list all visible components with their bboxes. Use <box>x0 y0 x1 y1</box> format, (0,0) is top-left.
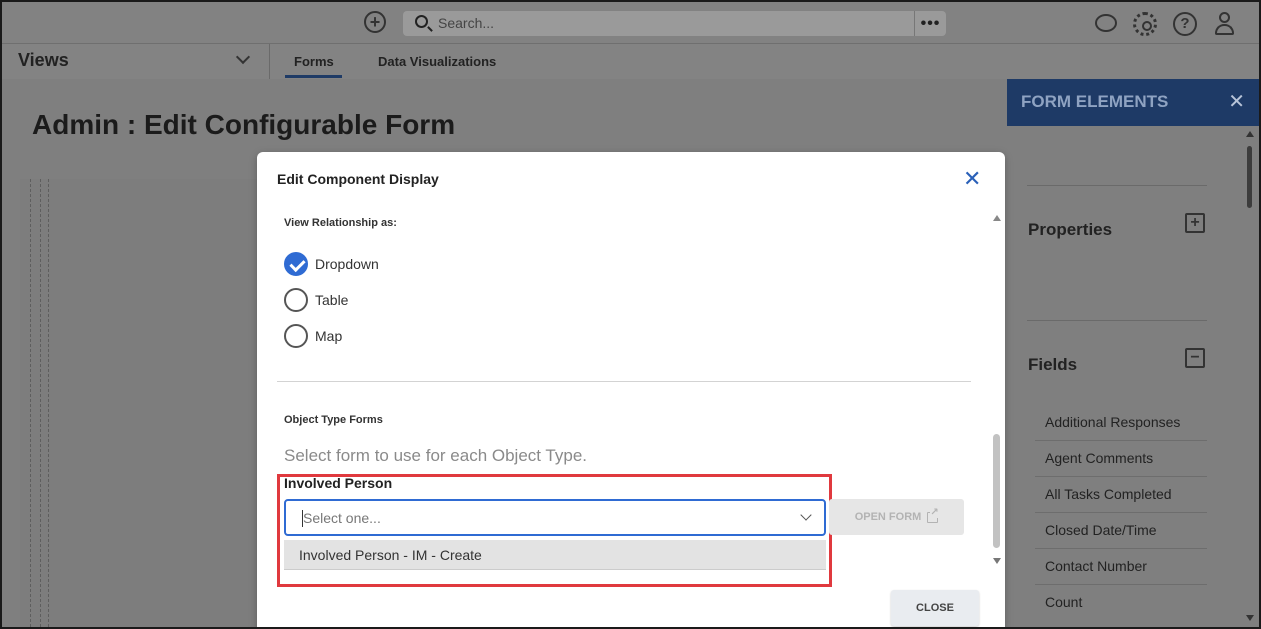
views-dropdown[interactable]: Views <box>18 50 69 71</box>
radio-unchecked-icon[interactable] <box>284 324 308 348</box>
option-label: Involved Person - IM - Create <box>299 547 482 563</box>
user-icon[interactable] <box>1213 12 1237 36</box>
divider <box>30 179 31 627</box>
radio-dropdown[interactable]: Dropdown <box>284 252 379 276</box>
close-icon[interactable]: ✕ <box>963 168 981 190</box>
divider <box>1035 440 1207 441</box>
edit-component-display-modal: Edit Component Display ✕ View Relationsh… <box>257 152 1005 629</box>
divider <box>1035 476 1207 477</box>
add-icon[interactable]: + <box>364 11 386 33</box>
radio-table[interactable]: Table <box>284 288 348 312</box>
help-icon[interactable]: ? <box>1173 12 1197 36</box>
involved-person-label: Involved Person <box>284 475 393 491</box>
form-elements-panel: FORM ELEMENTS ✕ Properties + Fields − Ad… <box>1007 79 1259 627</box>
divider <box>48 179 49 627</box>
close-icon[interactable]: ✕ <box>1228 89 1245 114</box>
gear-icon[interactable] <box>1133 12 1157 36</box>
dropdown-option[interactable]: Involved Person - IM - Create <box>284 540 826 570</box>
panel-scrollbar[interactable] <box>1247 146 1252 208</box>
chevron-down-icon[interactable] <box>235 49 251 65</box>
nav-bar: Views Forms Data Visualizations <box>2 44 1259 79</box>
field-item[interactable]: All Tasks Completed <box>1045 486 1172 502</box>
divider <box>1035 512 1207 513</box>
field-item[interactable]: Closed Date/Time <box>1045 522 1157 538</box>
radio-label: Dropdown <box>315 256 379 272</box>
expand-icon[interactable]: + <box>1185 213 1205 233</box>
panel-header: FORM ELEMENTS ✕ <box>1007 79 1259 126</box>
search-input[interactable]: Search... <box>438 15 494 31</box>
divider <box>1035 548 1207 549</box>
active-tab-indicator <box>285 75 342 78</box>
radio-label: Map <box>315 328 343 344</box>
tab-data-visualizations[interactable]: Data Visualizations <box>378 54 496 69</box>
search-bar[interactable]: Search... ••• <box>403 11 946 36</box>
radio-map[interactable]: Map <box>284 324 342 348</box>
select-placeholder: Select one... <box>303 510 381 526</box>
scroll-down-icon[interactable] <box>1246 615 1254 621</box>
chevron-down-icon[interactable] <box>800 509 812 521</box>
radio-label: Table <box>315 292 349 308</box>
top-icons: ? <box>1095 12 1237 36</box>
divider <box>269 44 270 79</box>
scroll-down-icon[interactable] <box>993 558 1001 564</box>
field-item[interactable]: Additional Responses <box>1045 414 1180 430</box>
checkbox-checked-icon[interactable] <box>284 252 308 276</box>
fields-section-label: Fields <box>1028 355 1078 374</box>
top-bar: + Search... ••• ? <box>2 2 1259 44</box>
close-button[interactable]: CLOSE <box>891 590 979 626</box>
panel-title: FORM ELEMENTS <box>1021 92 1169 111</box>
divider <box>1027 185 1207 186</box>
field-item[interactable]: Agent Comments <box>1045 450 1153 466</box>
page-title: Admin : Edit Configurable Form <box>32 109 456 140</box>
modal-title: Edit Component Display <box>277 171 439 187</box>
close-button-label: CLOSE <box>916 602 954 614</box>
scroll-up-icon[interactable] <box>993 215 1001 221</box>
properties-section-label: Properties <box>1028 220 1113 239</box>
divider <box>1035 584 1207 585</box>
external-link-icon <box>927 506 939 523</box>
modal-scrollbar[interactable] <box>993 434 1000 548</box>
object-type-forms-label: Object Type Forms <box>284 414 383 426</box>
collapse-icon[interactable]: − <box>1185 348 1205 368</box>
divider <box>277 381 971 382</box>
divider <box>1027 320 1207 321</box>
tab-forms[interactable]: Forms <box>294 54 334 69</box>
divider <box>40 179 41 627</box>
open-form-label: OPEN FORM <box>854 511 922 523</box>
helper-text: Select form to use for each Object Type. <box>284 446 588 465</box>
chat-icon[interactable] <box>1095 14 1117 32</box>
field-item[interactable]: Contact Number <box>1045 558 1147 574</box>
open-form-button[interactable]: OPEN FORM <box>829 499 964 535</box>
radio-unchecked-icon[interactable] <box>284 288 308 312</box>
form-select[interactable]: Select one... <box>284 499 826 536</box>
view-relationship-label: View Relationship as: <box>284 217 397 229</box>
search-icon <box>415 15 428 28</box>
scroll-up-icon[interactable] <box>1246 131 1254 137</box>
form-canvas <box>20 179 260 627</box>
more-options-icon[interactable]: ••• <box>914 11 946 36</box>
field-item[interactable]: Count <box>1045 594 1082 610</box>
